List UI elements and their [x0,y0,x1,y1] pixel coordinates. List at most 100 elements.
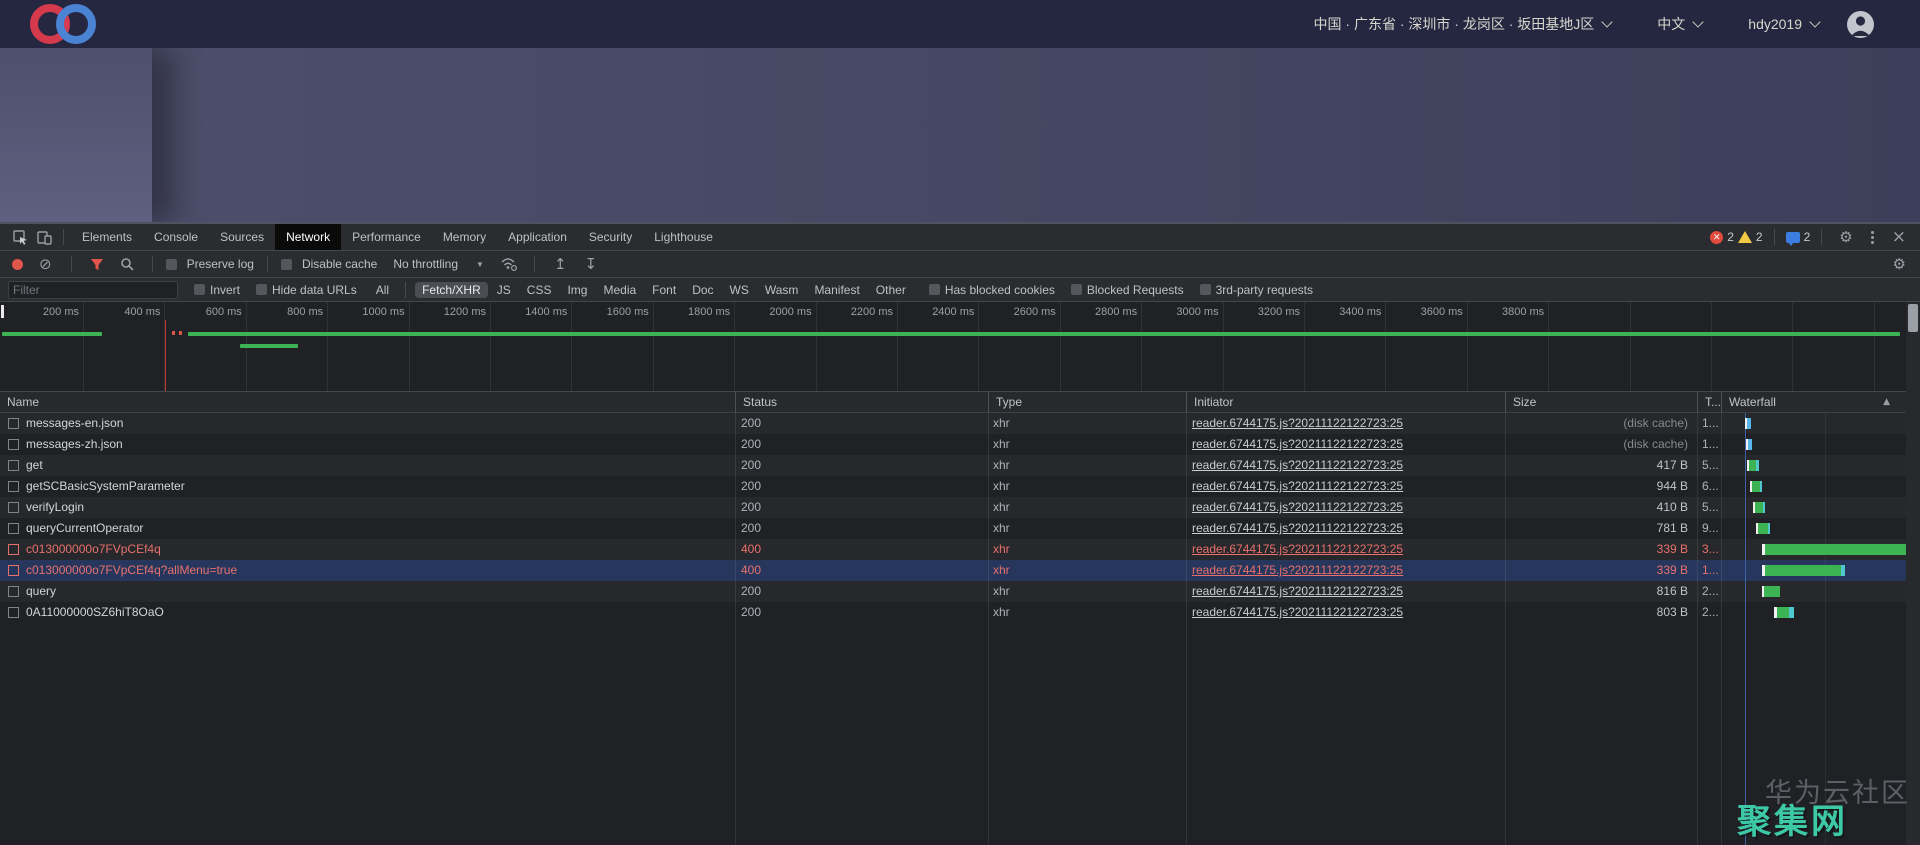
overview-activity-bar [2,332,102,336]
tab-console[interactable]: Console [143,224,209,250]
hide-data-urls-checkbox[interactable] [256,284,267,295]
warning-count: 2 [1756,230,1763,244]
filter-pill-media[interactable]: Media [596,282,643,298]
has-blocked-cookies-checkbox[interactable] [929,284,940,295]
import-har-icon[interactable]: ↥ [548,255,573,273]
scrollbar-thumb[interactable] [1908,304,1918,332]
request-initiator-link[interactable]: reader.6744175.js?20211122122723:25 [1192,413,1497,434]
console-errors-badge[interactable]: ✕ 2 [1710,230,1734,244]
request-row-getscbasicsystemparameter[interactable]: getSCBasicSystemParameter200xhrreader.67… [0,476,1920,497]
disable-cache-label: Disable cache [302,257,377,271]
request-row-messages-zh-json[interactable]: messages-zh.json200xhrreader.6744175.js?… [0,434,1920,455]
search-icon[interactable] [118,255,136,273]
column-header-waterfall[interactable]: Waterfall▲ [1721,392,1906,413]
location-dropdown[interactable]: 中国 · 广东省 · 深圳市 · 龙岗区 · 坂田基地J区 [1314,14,1612,34]
filter-pill-fetch-xhr[interactable]: Fetch/XHR [415,282,488,298]
request-size: 816 B [1505,581,1688,602]
device-toolbar-icon[interactable] [35,228,53,246]
filter-funnel-icon[interactable] [88,255,106,273]
filter-pill-all[interactable]: All [369,282,396,298]
separator [1821,229,1822,245]
request-row-verifylogin[interactable]: verifyLogin200xhrreader.6744175.js?20211… [0,497,1920,518]
inspect-element-icon[interactable] [11,228,29,246]
request-row-messages-en-json[interactable]: messages-en.json200xhrreader.6744175.js?… [0,413,1920,434]
issues-badge[interactable]: 2 [1786,230,1811,244]
tab-lighthouse[interactable]: Lighthouse [643,224,724,250]
request-initiator-link[interactable]: reader.6744175.js?20211122122723:25 [1192,434,1497,455]
throttling-value: No throttling [393,257,458,271]
kebab-menu-icon[interactable] [1863,231,1882,244]
column-header-initiator[interactable]: Initiator [1186,392,1505,413]
request-initiator-link[interactable]: reader.6744175.js?20211122122723:25 [1192,497,1497,518]
waterfall-segment-green [1765,544,1910,555]
filter-pill-js[interactable]: JS [490,282,518,298]
console-warnings-badge[interactable]: 2 [1738,230,1763,244]
request-row-get[interactable]: get200xhrreader.6744175.js?2021112212272… [0,455,1920,476]
tab-sources[interactable]: Sources [209,224,275,250]
waterfall-segment-green [1764,586,1780,597]
column-header-label: T... [1705,395,1721,409]
chevron-down-icon [1693,16,1704,27]
throttling-select[interactable]: No throttling ▼ [393,257,484,271]
request-initiator-link[interactable]: reader.6744175.js?20211122122723:25 [1192,518,1497,539]
filter-pill-manifest[interactable]: Manifest [807,282,866,298]
request-time: 3... [1702,539,1720,560]
network-conditions-icon[interactable] [500,255,518,273]
filter-pill-doc[interactable]: Doc [685,282,720,298]
request-initiator-link[interactable]: reader.6744175.js?20211122122723:25 [1192,602,1497,623]
export-har-icon[interactable]: ↧ [579,255,604,273]
column-header-name[interactable]: Name [0,392,735,413]
close-devtools-icon[interactable]: × [1886,227,1912,247]
filter-pill-font[interactable]: Font [645,282,683,298]
request-row-c013000000o7fvpcef4q[interactable]: c013000000o7FVpCEf4q400xhrreader.6744175… [0,539,1920,560]
tab-memory[interactable]: Memory [432,224,497,250]
timeline-tick-label: 200 ms [3,306,79,318]
invert-checkbox[interactable] [194,284,205,295]
network-overview-timeline[interactable]: 200 ms400 ms600 ms800 ms1000 ms1200 ms14… [0,302,1920,392]
filter-pill-css[interactable]: CSS [520,282,559,298]
filter-pill-ws[interactable]: WS [723,282,756,298]
request-size: 410 B [1505,497,1688,518]
timeline-tick-label: 2000 ms [736,306,812,318]
third-party-requests-checkbox[interactable] [1200,284,1211,295]
settings-gear-icon[interactable]: ⚙ [1833,228,1858,246]
location-text: 中国 · 广东省 · 深圳市 · 龙岗区 · 坂田基地J区 [1314,14,1595,34]
tab-network[interactable]: Network [275,224,341,250]
tab-performance[interactable]: Performance [341,224,432,250]
tab-elements[interactable]: Elements [71,224,143,250]
language-dropdown[interactable]: 中文 [1657,14,1702,34]
blocked-requests-checkbox[interactable] [1071,284,1082,295]
filter-pill-wasm[interactable]: Wasm [758,282,806,298]
user-dropdown[interactable]: hdy2019 [1748,16,1819,32]
column-header-type[interactable]: Type [988,392,1186,413]
network-filter-input[interactable] [8,281,178,299]
clear-icon[interactable]: ⊘ [33,255,58,273]
invert-filter: Invert [194,283,240,297]
tab-application[interactable]: Application [497,224,578,250]
filter-pill-img[interactable]: Img [560,282,594,298]
request-row-c013000000o7fvpcef4q-allmenu-true[interactable]: c013000000o7FVpCEf4q?allMenu=true400xhrr… [0,560,1920,581]
column-header-status[interactable]: Status [735,392,988,413]
column-header-size[interactable]: Size [1505,392,1697,413]
vertical-scrollbar[interactable] [1906,302,1920,845]
column-header-t[interactable]: T... [1697,392,1721,413]
preserve-log-checkbox[interactable] [166,259,177,270]
request-initiator-link[interactable]: reader.6744175.js?20211122122723:25 [1192,455,1497,476]
request-row-query[interactable]: query200xhrreader.6744175.js?20211122122… [0,581,1920,602]
request-row-0a11000000sz6hit8oao[interactable]: 0A11000000SZ6hiT8OaO200xhrreader.6744175… [0,602,1920,623]
tab-security[interactable]: Security [578,224,643,250]
request-initiator-link[interactable]: reader.6744175.js?20211122122723:25 [1192,476,1497,497]
network-settings-gear-icon[interactable]: ⚙ [1887,255,1912,273]
request-initiator-link[interactable]: reader.6744175.js?20211122122723:25 [1192,581,1497,602]
hide-data-urls: Hide data URLs [256,283,357,297]
request-initiator-link[interactable]: reader.6744175.js?20211122122723:25 [1192,560,1497,581]
request-initiator-link[interactable]: reader.6744175.js?20211122122723:25 [1192,539,1497,560]
timeline-tick-label: 3800 ms [1468,306,1544,318]
filter-pill-other[interactable]: Other [869,282,913,298]
disable-cache-checkbox[interactable] [281,259,292,270]
record-button[interactable] [12,259,23,270]
request-row-querycurrentoperator[interactable]: queryCurrentOperator200xhrreader.6744175… [0,518,1920,539]
avatar[interactable] [1847,11,1874,38]
chevron-down-icon [1602,16,1613,27]
brand-infinity-logo-icon[interactable] [30,4,96,44]
